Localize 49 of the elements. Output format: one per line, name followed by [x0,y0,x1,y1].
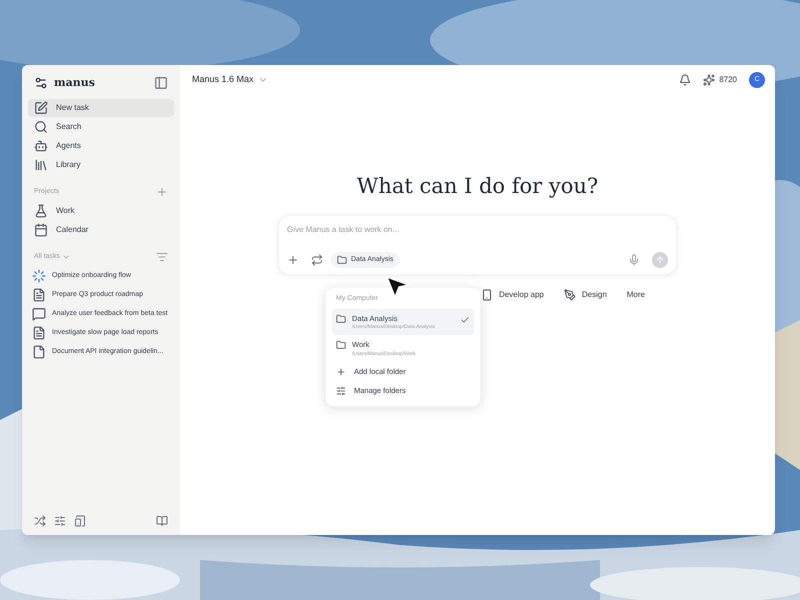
flask-icon [34,204,48,218]
document-icon [32,288,46,302]
brand-name: manus [54,74,95,91]
library-icon [34,158,48,172]
search-icon [34,120,48,134]
sidebar-toggle-icon[interactable] [154,76,168,90]
heading: What can I do for you? [356,176,598,197]
transfer-icon[interactable] [34,515,46,527]
project-item[interactable]: Work [28,202,174,220]
add-icon[interactable] [156,186,168,198]
nav-item[interactable]: Agents [28,137,174,155]
add-icon[interactable] [287,254,299,266]
bell-icon[interactable] [679,74,692,86]
calendar-icon [34,223,48,237]
robot-icon [34,139,48,153]
prompt-input[interactable]: Give Manus a task to work on... [287,224,668,236]
phone-icon[interactable] [74,515,86,527]
folder-icon [337,255,347,265]
check-icon [460,314,470,324]
nav-item[interactable]: New task [28,99,174,117]
edit-icon [34,101,48,115]
book-icon[interactable] [156,515,168,527]
project-item[interactable]: Calendar [28,221,174,239]
phone-icon [480,289,493,301]
microphone-icon[interactable] [628,254,640,266]
suggestion-chip[interactable]: Develop app [480,289,544,301]
file-icon [32,345,46,359]
folder-icon [336,340,346,350]
pen-icon [564,289,576,301]
suggestion-chip[interactable]: Design [564,289,607,301]
filter-icon[interactable] [156,251,168,263]
document-icon [32,326,46,340]
credits-count: 8720 [719,74,737,86]
connector-icon[interactable] [311,254,323,266]
sparkle-icon [703,74,716,86]
chat-icon [32,307,46,321]
folder-icon [336,314,346,324]
spinner-icon [32,269,46,283]
sliders-icon[interactable] [54,515,66,527]
logo-icon [34,76,48,90]
chevron-icon[interactable] [62,253,70,261]
credits[interactable]: 8720 [703,74,737,86]
nav-item[interactable]: Library [28,156,174,174]
manage-icon [336,386,346,396]
model-selector[interactable]: Manus 1.6 Max [192,73,268,87]
nav-item[interactable]: Search [28,118,174,136]
arrow-up-icon [655,255,665,265]
add-icon [336,366,346,376]
suggestion-chip[interactable]: More [626,289,645,301]
